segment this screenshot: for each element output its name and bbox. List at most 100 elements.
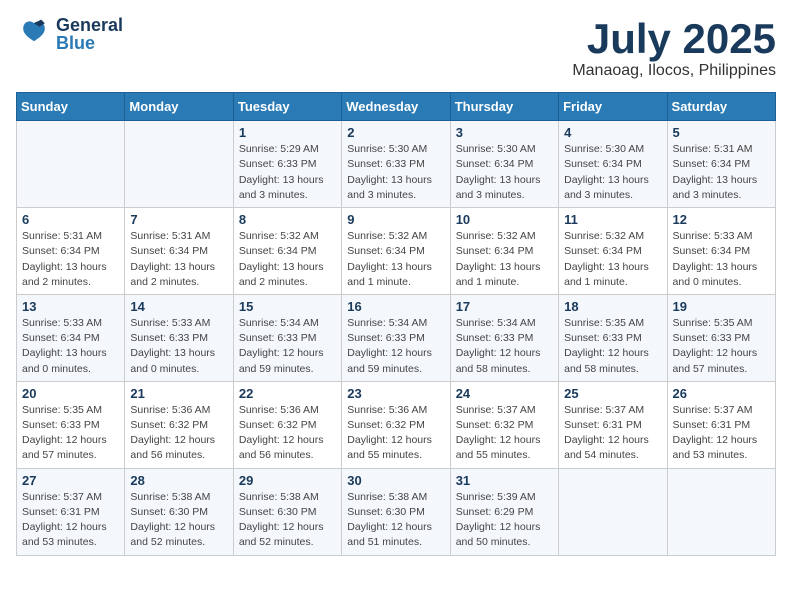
- day-number: 22: [239, 386, 336, 401]
- calendar-cell: 26 Sunrise: 5:37 AM Sunset: 6:31 PM Dayli…: [667, 381, 775, 468]
- calendar-cell: 19Sunrise: 5:35 AM Sunset: 6:33 PM Dayli…: [667, 294, 775, 381]
- calendar-cell: 5 Sunrise: 5:31 AM Sunset: 6:34 PM Daylig…: [667, 121, 775, 208]
- month-title: July 2025: [572, 16, 776, 62]
- calendar-cell: 23 Sunrise: 5:36 AM Sunset: 6:32 PM Dayli…: [342, 381, 450, 468]
- day-number: 20: [22, 386, 119, 401]
- day-info: Sunrise: 5:36 AM Sunset: 6:32 PM Dayligh…: [130, 403, 227, 464]
- logo-general: General: [56, 16, 123, 34]
- calendar-cell: 31Sunrise: 5:39 AM Sunset: 6:29 PM Dayli…: [450, 468, 558, 555]
- logo-icon: [16, 16, 52, 52]
- logo: General Blue: [16, 16, 123, 52]
- day-info: Sunrise: 5:35 AM Sunset: 6:33 PM Dayligh…: [564, 316, 661, 377]
- col-header-thursday: Thursday: [450, 93, 558, 121]
- day-info: Sunrise: 5:36 AM Sunset: 6:32 PM Dayligh…: [239, 403, 336, 464]
- calendar-cell: 18 Sunrise: 5:35 AM Sunset: 6:33 PM Dayli…: [559, 294, 667, 381]
- col-header-tuesday: Tuesday: [233, 93, 341, 121]
- calendar-cell: 4 Sunrise: 5:30 AM Sunset: 6:34 PM Daylig…: [559, 121, 667, 208]
- calendar-header-row: SundayMondayTuesdayWednesdayThursdayFrid…: [17, 93, 776, 121]
- day-number: 15: [239, 299, 336, 314]
- calendar-cell: 15 Sunrise: 5:34 AM Sunset: 6:33 PM Dayli…: [233, 294, 341, 381]
- day-info: Sunrise: 5:35 AM Sunset: 6:33 PM Dayligh…: [673, 316, 770, 377]
- calendar-cell: 30Sunrise: 5:38 AM Sunset: 6:30 PM Dayli…: [342, 468, 450, 555]
- day-number: 17: [456, 299, 553, 314]
- day-number: 14: [130, 299, 227, 314]
- calendar-cell: 2Sunrise: 5:30 AM Sunset: 6:33 PM Daylig…: [342, 121, 450, 208]
- calendar-cell: 8 Sunrise: 5:32 AM Sunset: 6:34 PM Daylig…: [233, 208, 341, 295]
- location-title: Manaoag, Ilocos, Philippines: [572, 62, 776, 80]
- day-info: Sunrise: 5:36 AM Sunset: 6:32 PM Dayligh…: [347, 403, 444, 464]
- day-info: Sunrise: 5:34 AM Sunset: 6:33 PM Dayligh…: [456, 316, 553, 377]
- week-row-5: 27Sunrise: 5:37 AM Sunset: 6:31 PM Dayli…: [17, 468, 776, 555]
- day-number: 23: [347, 386, 444, 401]
- col-header-sunday: Sunday: [17, 93, 125, 121]
- day-info: Sunrise: 5:32 AM Sunset: 6:34 PM Dayligh…: [239, 229, 336, 290]
- day-number: 18: [564, 299, 661, 314]
- calendar-cell: 16 Sunrise: 5:34 AM Sunset: 6:33 PM Dayli…: [342, 294, 450, 381]
- week-row-2: 6 Sunrise: 5:31 AM Sunset: 6:34 PM Daylig…: [17, 208, 776, 295]
- day-number: 31: [456, 473, 553, 488]
- day-number: 8: [239, 212, 336, 227]
- calendar-cell: 1Sunrise: 5:29 AM Sunset: 6:33 PM Daylig…: [233, 121, 341, 208]
- day-info: Sunrise: 5:31 AM Sunset: 6:34 PM Dayligh…: [22, 229, 119, 290]
- calendar-cell: 14 Sunrise: 5:33 AM Sunset: 6:33 PM Dayli…: [125, 294, 233, 381]
- calendar-table: SundayMondayTuesdayWednesdayThursdayFrid…: [16, 92, 776, 555]
- col-header-monday: Monday: [125, 93, 233, 121]
- calendar-cell: 13 Sunrise: 5:33 AM Sunset: 6:34 PM Dayli…: [17, 294, 125, 381]
- day-number: 29: [239, 473, 336, 488]
- day-number: 3: [456, 125, 553, 140]
- day-info: Sunrise: 5:32 AM Sunset: 6:34 PM Dayligh…: [564, 229, 661, 290]
- day-info: Sunrise: 5:32 AM Sunset: 6:34 PM Dayligh…: [347, 229, 444, 290]
- day-number: 16: [347, 299, 444, 314]
- day-number: 13: [22, 299, 119, 314]
- calendar-cell: 7Sunrise: 5:31 AM Sunset: 6:34 PM Daylig…: [125, 208, 233, 295]
- day-number: 26: [673, 386, 770, 401]
- day-info: Sunrise: 5:33 AM Sunset: 6:34 PM Dayligh…: [673, 229, 770, 290]
- day-number: 7: [130, 212, 227, 227]
- calendar-cell: 20 Sunrise: 5:35 AM Sunset: 6:33 PM Dayli…: [17, 381, 125, 468]
- day-number: 5: [673, 125, 770, 140]
- day-number: 4: [564, 125, 661, 140]
- col-header-friday: Friday: [559, 93, 667, 121]
- day-info: Sunrise: 5:37 AM Sunset: 6:31 PM Dayligh…: [564, 403, 661, 464]
- day-info: Sunrise: 5:29 AM Sunset: 6:33 PM Dayligh…: [239, 142, 336, 203]
- day-number: 11: [564, 212, 661, 227]
- day-info: Sunrise: 5:37 AM Sunset: 6:31 PM Dayligh…: [22, 490, 119, 551]
- day-info: Sunrise: 5:32 AM Sunset: 6:34 PM Dayligh…: [456, 229, 553, 290]
- day-info: Sunrise: 5:38 AM Sunset: 6:30 PM Dayligh…: [239, 490, 336, 551]
- week-row-3: 13 Sunrise: 5:33 AM Sunset: 6:34 PM Dayli…: [17, 294, 776, 381]
- day-info: Sunrise: 5:30 AM Sunset: 6:34 PM Dayligh…: [564, 142, 661, 203]
- calendar-cell: 9 Sunrise: 5:32 AM Sunset: 6:34 PM Daylig…: [342, 208, 450, 295]
- day-info: Sunrise: 5:35 AM Sunset: 6:33 PM Dayligh…: [22, 403, 119, 464]
- day-info: Sunrise: 5:30 AM Sunset: 6:34 PM Dayligh…: [456, 142, 553, 203]
- day-number: 28: [130, 473, 227, 488]
- week-row-1: 1Sunrise: 5:29 AM Sunset: 6:33 PM Daylig…: [17, 121, 776, 208]
- calendar-cell: 3 Sunrise: 5:30 AM Sunset: 6:34 PM Daylig…: [450, 121, 558, 208]
- calendar-cell: 11 Sunrise: 5:32 AM Sunset: 6:34 PM Dayli…: [559, 208, 667, 295]
- calendar-cell: [17, 121, 125, 208]
- page-header: General Blue July 2025 Manaoag, Ilocos, …: [16, 16, 776, 80]
- day-info: Sunrise: 5:33 AM Sunset: 6:34 PM Dayligh…: [22, 316, 119, 377]
- calendar-cell: 6 Sunrise: 5:31 AM Sunset: 6:34 PM Daylig…: [17, 208, 125, 295]
- col-header-saturday: Saturday: [667, 93, 775, 121]
- week-row-4: 20 Sunrise: 5:35 AM Sunset: 6:33 PM Dayli…: [17, 381, 776, 468]
- day-info: Sunrise: 5:37 AM Sunset: 6:32 PM Dayligh…: [456, 403, 553, 464]
- day-info: Sunrise: 5:34 AM Sunset: 6:33 PM Dayligh…: [347, 316, 444, 377]
- day-number: 2: [347, 125, 444, 140]
- day-info: Sunrise: 5:31 AM Sunset: 6:34 PM Dayligh…: [673, 142, 770, 203]
- day-number: 12: [673, 212, 770, 227]
- day-number: 21: [130, 386, 227, 401]
- day-number: 24: [456, 386, 553, 401]
- calendar-cell: 25Sunrise: 5:37 AM Sunset: 6:31 PM Dayli…: [559, 381, 667, 468]
- logo-blue: Blue: [56, 34, 123, 52]
- day-number: 9: [347, 212, 444, 227]
- calendar-cell: 28 Sunrise: 5:38 AM Sunset: 6:30 PM Dayli…: [125, 468, 233, 555]
- calendar-cell: [559, 468, 667, 555]
- logo-text-block: General Blue: [56, 16, 123, 52]
- title-block: July 2025 Manaoag, Ilocos, Philippines: [572, 16, 776, 80]
- day-number: 6: [22, 212, 119, 227]
- day-info: Sunrise: 5:33 AM Sunset: 6:33 PM Dayligh…: [130, 316, 227, 377]
- calendar-cell: [667, 468, 775, 555]
- day-info: Sunrise: 5:34 AM Sunset: 6:33 PM Dayligh…: [239, 316, 336, 377]
- day-info: Sunrise: 5:38 AM Sunset: 6:30 PM Dayligh…: [130, 490, 227, 551]
- day-info: Sunrise: 5:37 AM Sunset: 6:31 PM Dayligh…: [673, 403, 770, 464]
